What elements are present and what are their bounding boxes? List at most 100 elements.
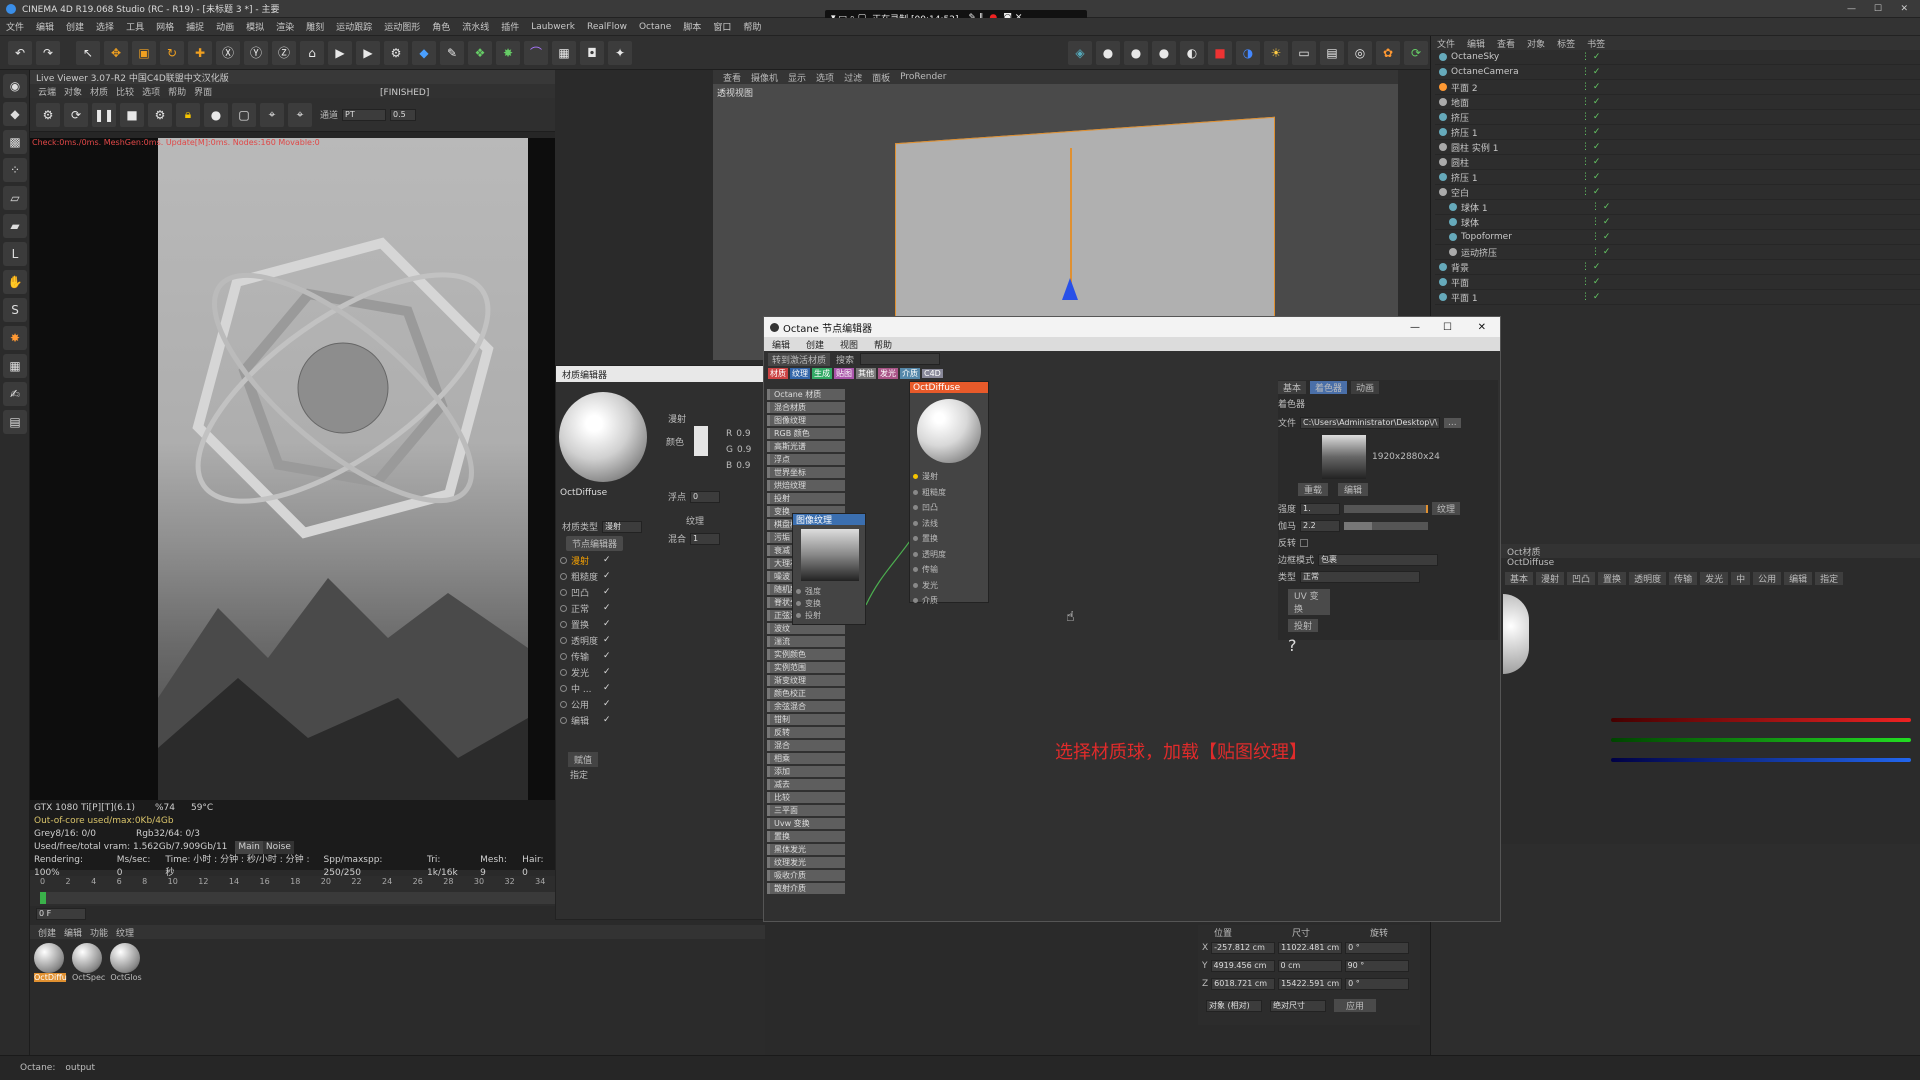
pin-dot[interactable] <box>796 600 801 606</box>
vp-menu-item-0[interactable]: 查看 <box>723 71 741 84</box>
object-row[interactable]: 平面 ⋮ ✓ <box>1435 275 1920 290</box>
magnet-icon[interactable]: ✋ <box>3 270 27 294</box>
mm-menu-item-0[interactable]: 创建 <box>38 926 56 939</box>
menu-item-21[interactable]: 帮助 <box>743 20 761 33</box>
lv-menu-item-4[interactable]: 选项 <box>142 85 160 98</box>
mm-menu-item-3[interactable]: 纹理 <box>116 926 134 939</box>
light-icon[interactable]: ✦ <box>608 40 632 65</box>
border-mode-select[interactable]: 包裹 <box>1318 553 1439 566</box>
floor-icon[interactable]: ▦ <box>552 40 576 65</box>
attr-tab-9[interactable]: 编辑 <box>1784 572 1813 585</box>
object-row[interactable]: 挤压 ⋮ ✓ <box>1435 110 1920 125</box>
pin-dot[interactable] <box>913 551 918 557</box>
attr-tab-4[interactable]: 透明度 <box>1629 572 1667 585</box>
rotate-icon[interactable]: ↻ <box>160 40 184 65</box>
texture-mode-icon[interactable]: ▩ <box>3 130 27 154</box>
scale-icon[interactable]: ▣ <box>132 40 156 65</box>
pin-dot[interactable] <box>913 598 918 604</box>
y-axis-icon[interactable]: Ⓨ <box>244 40 268 65</box>
y-axis-arrow[interactable] <box>1062 278 1078 300</box>
object-row[interactable]: 背景 ⋮ ✓ <box>1435 260 1920 275</box>
visibility-dots[interactable]: ⋮ ✓ <box>1591 232 1610 242</box>
channel-checkbox[interactable]: ✓ <box>603 699 611 709</box>
channel-row[interactable]: 粗糙度 ✓ <box>560 568 611 584</box>
menu-item-12[interactable]: 运动图形 <box>384 20 420 33</box>
edit-button[interactable]: 编辑 <box>1338 483 1369 496</box>
vp-menu-item-1[interactable]: 摄像机 <box>751 71 778 84</box>
pin-dot[interactable] <box>913 567 918 573</box>
object-row[interactable]: 空白 ⋮ ✓ <box>1435 185 1920 200</box>
channel-checkbox[interactable]: ✓ <box>603 683 611 693</box>
power-texture-button[interactable]: 纹理 <box>1432 502 1461 515</box>
pause-icon[interactable]: ❚❚ <box>92 102 116 127</box>
mm-menu-item-2[interactable]: 功能 <box>90 926 108 939</box>
channel-radio[interactable] <box>560 572 567 580</box>
obj-menu-item-1[interactable]: 编辑 <box>1467 37 1485 50</box>
obj-menu-item-2[interactable]: 查看 <box>1497 37 1515 50</box>
invert-checkbox[interactable] <box>1300 538 1309 547</box>
sphere-icon-3[interactable]: ● <box>1152 40 1176 65</box>
move-icon[interactable]: ✥ <box>104 40 128 65</box>
object-row[interactable]: 平面 1 ⋮ ✓ <box>1435 290 1920 305</box>
reload-button[interactable]: 重载 <box>1298 483 1329 496</box>
attr-tab-1[interactable]: 漫射 <box>1536 572 1565 585</box>
polygons-mode-icon[interactable]: ▰ <box>3 214 27 238</box>
mm-menu-item-1[interactable]: 编辑 <box>64 926 82 939</box>
cube-icon[interactable]: ◆ <box>412 40 436 65</box>
b-value[interactable]: 0.9 <box>736 458 750 474</box>
octane-icon[interactable]: ◈ <box>1068 40 1092 65</box>
brush-icon[interactable]: ✍ <box>3 382 27 406</box>
tab-main[interactable]: Main <box>235 841 263 854</box>
playhead[interactable] <box>40 892 46 904</box>
r-value[interactable]: 0.9 <box>736 426 750 442</box>
channel-checkbox[interactable]: ✓ <box>603 587 611 597</box>
deformer-icon[interactable]: ⌒ <box>524 40 548 65</box>
menu-item-8[interactable]: 模拟 <box>246 20 264 33</box>
channel-radio[interactable] <box>560 668 567 676</box>
edges-mode-icon[interactable]: ▱ <box>3 186 27 210</box>
menu-item-7[interactable]: 动画 <box>216 20 234 33</box>
redo-icon[interactable]: ↷ <box>36 40 60 65</box>
visibility-dots[interactable]: ⋮ ✓ <box>1591 217 1610 227</box>
apply-button[interactable]: 应用 <box>1334 999 1377 1012</box>
menu-item-11[interactable]: 运动跟踪 <box>336 20 372 33</box>
subdivision-icon[interactable]: ❖ <box>468 40 492 65</box>
diffuse-pin[interactable]: 法线 <box>910 516 988 532</box>
channel-row[interactable]: 传输 ✓ <box>560 648 611 664</box>
close-button[interactable]: ✕ <box>1900 4 1908 14</box>
color-swatch[interactable] <box>694 426 709 456</box>
coord-field[interactable]: 6018.721 cm <box>1211 978 1276 990</box>
attr-tab-2[interactable]: 凹凸 <box>1567 572 1596 585</box>
channel-radio[interactable] <box>560 700 567 708</box>
add-icon[interactable]: ✚ <box>188 40 212 65</box>
channel-radio[interactable] <box>560 652 567 660</box>
blue-slider[interactable] <box>1611 758 1911 762</box>
material-swatch-0[interactable]: OctDiffu <box>34 943 67 982</box>
lv-menu-item-5[interactable]: 帮助 <box>168 85 186 98</box>
menu-item-10[interactable]: 雕刻 <box>306 20 324 33</box>
attr-tab-0[interactable]: 基本 <box>1505 572 1534 585</box>
menu-item-6[interactable]: 捕捉 <box>186 20 204 33</box>
area-light-icon[interactable]: ▭ <box>1292 40 1316 65</box>
render-view-icon[interactable]: ▶ <box>328 40 352 65</box>
mode-value[interactable]: 0.5 <box>390 108 417 121</box>
vp-menu-item-5[interactable]: 面板 <box>872 71 890 84</box>
file-browse-button[interactable]: ... <box>1444 417 1461 428</box>
sphere-icon-2[interactable]: ● <box>1124 40 1148 65</box>
material-swatch-2[interactable]: OctGlos <box>110 943 142 982</box>
visibility-dots[interactable]: ⋮ ✓ <box>1581 142 1600 152</box>
coord-field[interactable]: 15422.591 cm <box>1278 978 1343 990</box>
object-row[interactable]: 球体 ⋮ ✓ <box>1435 215 1920 230</box>
menu-item-9[interactable]: 渲染 <box>276 20 294 33</box>
channel-row[interactable]: 凹凸 ✓ <box>560 584 611 600</box>
image-texture-node-header[interactable]: 图像纹理 <box>793 514 865 526</box>
points-mode-icon[interactable]: ⁘ <box>3 158 27 182</box>
visibility-dots[interactable]: ⋮ ✓ <box>1581 262 1600 272</box>
object-row[interactable]: 地面 ⋮ ✓ <box>1435 95 1920 110</box>
object-row[interactable]: 球体 1 ⋮ ✓ <box>1435 200 1920 215</box>
material-swatch-1[interactable]: OctSpec <box>72 943 105 982</box>
mode-select[interactable]: PT <box>342 108 387 121</box>
menu-item-16[interactable]: Laubwerk <box>531 22 575 32</box>
diffuse-pin[interactable]: 凹凸 <box>910 500 988 516</box>
coord-system-icon[interactable]: ⌂ <box>300 40 324 65</box>
